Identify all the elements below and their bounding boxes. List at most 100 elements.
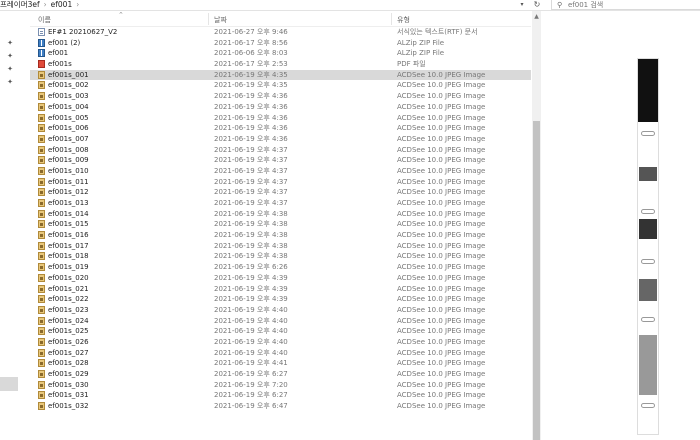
file-row[interactable]: ef001s_003 2021-06-19 오후 4:36 ACDSee 10.0 …: [30, 91, 531, 102]
file-row[interactable]: ef001s_012 2021-06-19 오후 4:37 ACDSee 10.0 …: [30, 187, 531, 198]
file-type: ACDSee 10.0 JPEG Image: [397, 370, 486, 378]
jpeg-icon: [38, 220, 45, 229]
file-row[interactable]: ef001s_009 2021-06-19 오후 4:37 ACDSee 10.0 …: [30, 155, 531, 166]
file-type: ACDSee 10.0 JPEG Image: [397, 113, 486, 122]
file-row[interactable]: ef001s 2021-06-17 오후 2:53 PDF 파일: [30, 59, 531, 70]
file-row[interactable]: ef001s_001 2021-06-19 오후 4:35 ACDSee 10.0 …: [30, 69, 531, 81]
preview-image: [637, 58, 659, 435]
file-date: 2021-06-19 오후 6:27: [214, 391, 288, 400]
file-row[interactable]: ef001s_005 2021-06-19 오후 4:36 ACDSee 10.0 …: [30, 113, 531, 124]
file-row[interactable]: ef001s_011 2021-06-19 오후 4:37 ACDSee 10.0 …: [30, 177, 531, 188]
file-row[interactable]: ef001s_020 2021-06-19 오후 4:39 ACDSee 10.0 …: [30, 273, 531, 284]
chevron-down-icon[interactable]: ▾: [516, 0, 528, 10]
file-date: 2021-06-19 오후 4:40: [214, 305, 288, 314]
pin-icon[interactable]: ✦: [6, 39, 14, 47]
file-name: ef001s_024: [48, 316, 89, 325]
vertical-scrollbar[interactable]: ▲: [532, 11, 541, 440]
file-type: ACDSee 10.0 JPEG Image: [397, 391, 486, 400]
file-row[interactable]: ef001s_010 2021-06-19 오후 4:37 ACDSee 10.0 …: [30, 166, 531, 177]
jpeg-icon: [38, 241, 45, 250]
file-name: ef001s_002: [48, 81, 89, 90]
file-row[interactable]: ef001s_016 2021-06-19 오후 4:38 ACDSee 10.0 …: [30, 230, 531, 241]
nav-selected-item[interactable]: [0, 377, 18, 391]
file-date: 2021-06-19 오후 6:27: [214, 370, 288, 378]
column-divider[interactable]: [208, 13, 209, 25]
file-row[interactable]: ef001s_017 2021-06-19 오후 4:38 ACDSee 10.0 …: [30, 241, 531, 252]
search-icon: ⚲: [557, 1, 563, 9]
zip-icon: [38, 49, 45, 58]
file-row[interactable]: ef001s_029 2021-06-19 오후 6:27 ACDSee 10.0 …: [30, 369, 531, 380]
file-row[interactable]: ef001s_004 2021-06-19 오후 4:36 ACDSee 10.0 …: [30, 102, 531, 113]
file-row[interactable]: ef001s_030 2021-06-19 오후 7:20 ACDSee 10.0 …: [30, 380, 531, 391]
file-name: ef001s_023: [48, 305, 89, 314]
file-name: ef001s_010: [48, 166, 89, 175]
file-row[interactable]: ef001s_024 2021-06-19 오후 4:40 ACDSee 10.0 …: [30, 316, 531, 327]
column-type-header[interactable]: 유형: [397, 15, 410, 25]
jpeg-icon: [38, 284, 45, 293]
file-row[interactable]: ef001 2021-06-06 오후 8:03 ALZip ZIP File: [30, 48, 531, 59]
search-box[interactable]: ⚲: [551, 0, 700, 10]
file-type: ACDSee 10.0 JPEG Image: [397, 209, 486, 218]
file-type: ACDSee 10.0 JPEG Image: [397, 134, 486, 143]
file-row[interactable]: ef001s_019 2021-06-19 오후 6:26 ACDSee 10.0 …: [30, 262, 531, 273]
file-row[interactable]: ef001s_021 2021-06-19 오후 4:39 ACDSee 10.0 …: [30, 284, 531, 295]
refresh-icon[interactable]: ↻: [531, 0, 543, 10]
file-row[interactable]: ef001s_032 2021-06-19 오후 6:47 ACDSee 10.0 …: [30, 401, 531, 412]
file-row[interactable]: ef001s_008 2021-06-19 오후 4:37 ACDSee 10.0 …: [30, 145, 531, 156]
scrollbar-thumb[interactable]: [533, 121, 540, 440]
file-name: ef001s_017: [48, 241, 89, 250]
file-row[interactable]: ef001s_028 2021-06-19 오후 4:41 ACDSee 10.0 …: [30, 358, 531, 369]
breadcrumb-current[interactable]: ef001: [51, 0, 73, 9]
file-date: 2021-06-19 오후 4:40: [214, 348, 288, 357]
file-name: ef001s_018: [48, 252, 89, 261]
file-row[interactable]: ef001s_022 2021-06-19 오후 4:39 ACDSee 10.0 …: [30, 294, 531, 305]
column-name-header[interactable]: 이름: [38, 15, 51, 25]
file-date: 2021-06-19 오후 4:38: [214, 220, 288, 229]
file-date: 2021-06-19 오후 4:39: [214, 295, 288, 304]
file-name: ef001s: [48, 60, 72, 69]
file-row[interactable]: ef001s_002 2021-06-19 오후 4:35 ACDSee 10.0 …: [30, 80, 531, 91]
file-type: ACDSee 10.0 JPEG Image: [397, 337, 486, 346]
pin-icon[interactable]: ✦: [6, 78, 14, 86]
file-row[interactable]: ef001s_006 2021-06-19 오후 4:36 ACDSee 10.0 …: [30, 123, 531, 134]
file-type: ACDSee 10.0 JPEG Image: [397, 220, 486, 229]
chevron-up-icon[interactable]: ▲: [532, 13, 541, 20]
file-row[interactable]: ef001s_026 2021-06-19 오후 4:40 ACDSee 10.0 …: [30, 337, 531, 348]
file-row[interactable]: ef001s_031 2021-06-19 오후 6:27 ACDSee 10.0 …: [30, 390, 531, 401]
file-row[interactable]: ef001s_027 2021-06-19 오후 4:40 ACDSee 10.0 …: [30, 348, 531, 359]
search-input[interactable]: [568, 0, 696, 9]
file-name: ef001s_013: [48, 199, 89, 207]
file-row[interactable]: ef001s_023 2021-06-19 오후 4:40 ACDSee 10.0 …: [30, 305, 531, 316]
jpeg-icon: [38, 370, 45, 378]
file-type: 서식있는 텍스트(RTF) 문서: [397, 28, 478, 36]
file-name: ef001s_003: [48, 92, 89, 101]
file-row[interactable]: ef001s_018 2021-06-19 오후 4:38 ACDSee 10.0 …: [30, 251, 531, 262]
file-name: ef001s_001: [48, 70, 89, 79]
file-date: 2021-06-19 오후 4:39: [214, 273, 288, 282]
file-list: 이름 ⌃ 날짜 유형 EF#1 20210627_V2 2021-06-27 오후…: [30, 11, 531, 440]
breadcrumb-parent[interactable]: 프레이머3ef: [0, 0, 40, 9]
navigation-pane: ✦ ✦ ✦ ✦: [0, 11, 20, 440]
file-row[interactable]: ef001s_007 2021-06-19 오후 4:36 ACDSee 10.0 …: [30, 134, 531, 145]
column-divider[interactable]: [391, 13, 392, 25]
file-date: 2021-06-06 오후 8:03: [214, 49, 288, 58]
pin-icon[interactable]: ✦: [6, 52, 14, 60]
breadcrumb-separator[interactable]: ›: [76, 0, 79, 9]
file-row[interactable]: ef001s_013 2021-06-19 오후 4:37 ACDSee 10.0 …: [30, 198, 531, 209]
column-date-header[interactable]: 날짜: [214, 15, 227, 25]
file-date: 2021-06-19 오후 4:35: [214, 81, 288, 90]
jpeg-icon: [38, 305, 45, 314]
file-date: 2021-06-19 오후 4:37: [214, 145, 288, 154]
file-row[interactable]: EF#1 20210627_V2 2021-06-27 오후 9:46 서식있는 텍…: [30, 27, 531, 38]
file-row[interactable]: ef001s_015 2021-06-19 오후 4:38 ACDSee 10.0 …: [30, 219, 531, 230]
file-row[interactable]: ef001 (2) 2021-06-17 오후 8:56 ALZip ZIP Fil…: [30, 38, 531, 49]
file-row[interactable]: ef001s_025 2021-06-19 오후 4:40 ACDSee 10.0 …: [30, 326, 531, 337]
preview-image-bubble: [641, 209, 655, 214]
jpeg-icon: [38, 188, 45, 197]
file-type: ACDSee 10.0 JPEG Image: [397, 380, 486, 389]
file-row[interactable]: ef001s_014 2021-06-19 오후 4:38 ACDSee 10.0 …: [30, 209, 531, 220]
file-date: 2021-06-19 오후 4:40: [214, 337, 288, 346]
file-type: ACDSee 10.0 JPEG Image: [397, 70, 486, 79]
file-name: ef001s_011: [48, 177, 89, 186]
pin-icon[interactable]: ✦: [6, 65, 14, 73]
